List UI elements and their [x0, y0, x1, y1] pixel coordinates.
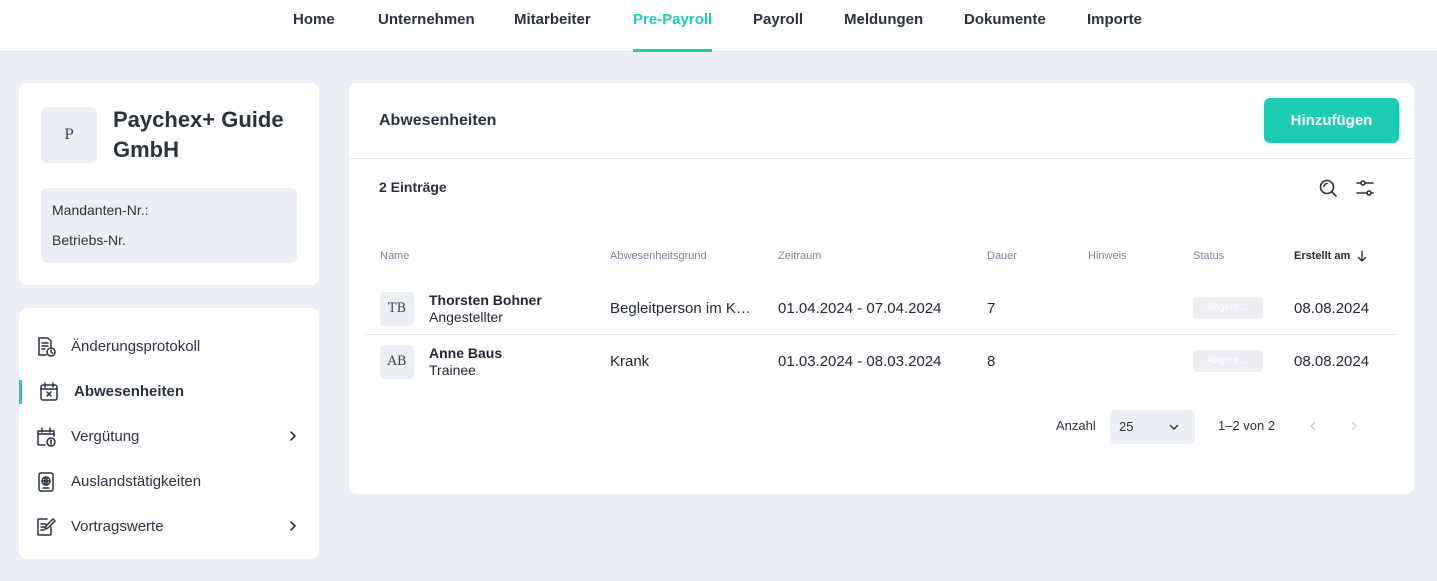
sidebar-item-abwesenheiten[interactable]: Abwesenheiten — [19, 372, 319, 412]
employee-name: Thorsten Bohner — [429, 292, 542, 308]
chevron-down-icon — [1169, 424, 1179, 430]
sidebar-item-aenderungsprotokoll[interactable]: Änderungsprotokoll — [19, 327, 319, 367]
sidebar-item-label: Auslandstätigkeiten — [71, 473, 202, 490]
client-number-label: Mandanten-Nr.: — [52, 202, 149, 218]
absence-reason: Begleitperson im K… — [610, 300, 751, 317]
chevron-right-icon — [290, 431, 296, 441]
change-log-icon — [38, 337, 56, 357]
absence-duration: 7 — [987, 300, 996, 317]
status-badge: Abgere… — [1193, 297, 1263, 319]
absence-reason: Krank — [610, 353, 650, 370]
employee-role: Angestellter — [429, 309, 503, 325]
company-card: P Paychex+ Guide GmbH Mandanten-Nr.: 656… — [19, 83, 1085, 285]
nav-pre-payroll[interactable]: Pre-Payroll — [633, 0, 713, 52]
table-row[interactable]: AB Anne Baus Trainee Krank 01.03.2024 - … — [365, 336, 1398, 388]
pagination-range: 1–2 von 2 — [1218, 418, 1276, 433]
previous-page-icon[interactable] — [1306, 419, 1320, 433]
nav-home[interactable]: Home — [293, 0, 335, 52]
nav-dokumente[interactable]: Dokumente — [964, 0, 1046, 52]
calendar-x-icon — [40, 382, 58, 401]
add-button[interactable]: Hinzufügen — [1264, 98, 1399, 143]
created-date: 08.08.2024 — [1294, 353, 1370, 370]
filter-sliders-icon[interactable] — [1354, 177, 1376, 199]
company-ids-box: Mandanten-Nr.: 65611193 Betriebs-Nr. 479… — [41, 188, 1085, 263]
absence-duration: 8 — [987, 353, 996, 370]
nav-meldungen[interactable]: Meldungen — [844, 0, 923, 52]
nav-unternehmen[interactable]: Unternehmen — [378, 0, 475, 52]
column-header-period[interactable]: Zeitraum — [778, 250, 821, 262]
nav-importe[interactable]: Importe — [1087, 0, 1142, 52]
sort-descending-icon[interactable] — [1356, 250, 1368, 262]
per-page-label: Anzahl — [1056, 418, 1096, 433]
passport-globe-icon — [38, 472, 54, 492]
sidebar-item-label: Vergütung — [71, 428, 140, 445]
chevron-right-icon — [290, 521, 296, 531]
next-page-icon[interactable] — [1347, 419, 1361, 433]
per-page-value: 25 — [1119, 419, 1134, 434]
avatar: AB — [380, 345, 414, 379]
search-icon[interactable] — [1317, 177, 1339, 199]
created-date: 08.08.2024 — [1294, 300, 1370, 317]
header-divider — [349, 158, 1414, 159]
employee-name: Anne Baus — [429, 345, 503, 361]
table-row[interactable]: TB Thorsten Bohner Angestellter Begleitp… — [365, 283, 1398, 335]
employee-role: Trainee — [429, 362, 476, 378]
calendar-money-icon — [37, 427, 56, 447]
absence-period: 01.03.2024 - 08.03.2024 — [778, 353, 942, 370]
absences-panel: Abwesenheiten Hinzufügen 2 Einträge Name… — [349, 83, 1414, 494]
column-header-note[interactable]: Hinweis — [1088, 250, 1127, 262]
sidebar-menu: Änderungsprotokoll Abwesenheiten Vergütu… — [19, 308, 319, 559]
absence-period: 01.04.2024 - 07.04.2024 — [778, 300, 942, 317]
column-header-name[interactable]: Name — [380, 250, 409, 262]
sidebar-item-label: Änderungsprotokoll — [71, 338, 201, 355]
company-logo: P — [41, 107, 97, 163]
sidebar-item-label: Abwesenheiten — [74, 383, 185, 400]
sidebar-item-vortragswerte[interactable]: Vortragswerte — [19, 507, 319, 547]
column-header-reason[interactable]: Abwesenheitsgrund — [610, 250, 707, 262]
document-edit-icon — [37, 518, 56, 536]
column-header-status[interactable]: Status — [1193, 250, 1224, 262]
company-number-label: Betriebs-Nr. — [52, 232, 126, 248]
sidebar-item-label: Vortragswerte — [71, 518, 164, 535]
nav-payroll[interactable]: Payroll — [753, 0, 803, 52]
sidebar-item-verguetung[interactable]: Vergütung — [19, 417, 319, 457]
column-header-duration[interactable]: Dauer — [987, 250, 1017, 262]
column-header-created[interactable]: Erstellt am — [1294, 250, 1350, 262]
sidebar-item-auslandstaetigkeiten[interactable]: Auslandstätigkeiten — [19, 462, 319, 502]
per-page-select[interactable]: 25 — [1110, 410, 1195, 444]
avatar: TB — [380, 292, 414, 326]
nav-mitarbeiter[interactable]: Mitarbeiter — [514, 0, 591, 52]
entries-count: 2 Einträge — [379, 179, 447, 195]
page-title: Abwesenheiten — [379, 112, 497, 129]
status-badge: Abgere… — [1193, 350, 1263, 372]
company-name: Paychex+ Guide GmbH — [113, 107, 284, 162]
top-navigation: Home Unternehmen Mitarbeiter Pre-Payroll… — [0, 0, 1437, 52]
